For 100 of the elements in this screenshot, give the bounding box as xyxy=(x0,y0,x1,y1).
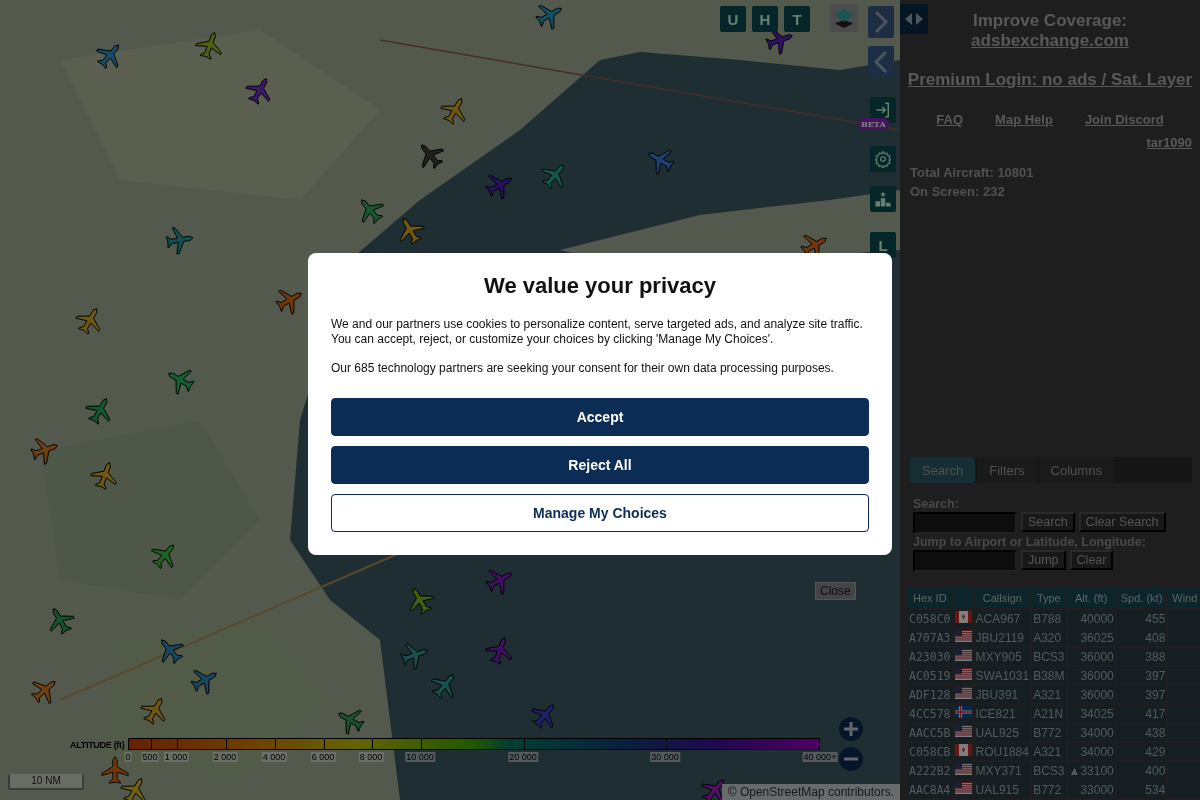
table-cell: 408 xyxy=(1116,629,1167,646)
table-cell: JBU2119 xyxy=(974,629,1031,646)
settings-icon xyxy=(874,150,892,168)
table-cell: 33000 xyxy=(1067,781,1115,798)
usa-flag-icon xyxy=(954,687,972,699)
chevron-left-icon xyxy=(873,50,889,74)
dialog-title: We value your privacy xyxy=(483,273,717,299)
jump-form-button[interactable]: Clear xyxy=(1069,550,1114,570)
search-field[interactable] xyxy=(913,512,1017,534)
map-mode-button[interactable]: U xyxy=(720,6,746,32)
altitude-legend-title: ALTITUDE (ft) xyxy=(70,740,125,750)
canada-flag-icon xyxy=(954,744,972,756)
login-button[interactable] xyxy=(870,97,896,123)
table-cell: ▲33100 xyxy=(1067,762,1115,779)
consent-button[interactable]: Accept xyxy=(331,398,869,436)
dialog-paragraph: Our 685 technology partners are seeking your consent for their own data processing purposes. xyxy=(331,361,835,376)
jump-field[interactable] xyxy=(913,550,1017,572)
table-cell: JBU391 xyxy=(974,686,1031,703)
consent-button[interactable]: Reject All xyxy=(331,446,869,484)
table-cell: 397 xyxy=(1116,667,1167,684)
table-cell: A21N xyxy=(1032,705,1066,722)
table-cell: 34000 xyxy=(1067,743,1115,760)
column-header[interactable]: Spd. (kt) xyxy=(1116,588,1167,608)
table-cell: 438 xyxy=(1116,724,1167,741)
consent-button[interactable]: Manage My Choices xyxy=(331,494,869,532)
sidebar-link[interactable]: FAQ xyxy=(936,112,964,127)
table-cell: C058C0 xyxy=(908,610,952,627)
column-header[interactable]: Wind xyxy=(1168,588,1200,608)
table-cell: 400 xyxy=(1116,762,1167,779)
table-cell: A23030 xyxy=(908,648,952,665)
canada-flag-icon xyxy=(954,611,972,623)
sidebar-link[interactable]: Join Discord xyxy=(1084,112,1164,127)
table-cell: SWA1031 xyxy=(974,667,1031,684)
table-cell: A321 xyxy=(1032,686,1066,703)
usa-flag-icon xyxy=(954,725,972,737)
login-icon xyxy=(874,101,892,119)
table-cell: A222B2 xyxy=(908,762,952,779)
map-mode-button[interactable]: T xyxy=(784,6,810,32)
table-cell: 36000 xyxy=(1067,686,1115,703)
table-cell: A707A3 xyxy=(908,629,952,646)
sidebar-tab[interactable]: Search xyxy=(910,457,976,483)
table-cell: AC0519 xyxy=(908,667,952,684)
column-header[interactable]: Callsign xyxy=(974,588,1031,608)
table-cell: AACC5B xyxy=(908,724,952,741)
map-mode-button[interactable]: H xyxy=(752,6,778,32)
table-cell: C058CB xyxy=(908,743,952,760)
coverage-label: Improve Coverage: xyxy=(973,11,1127,31)
podium-button[interactable] xyxy=(870,186,896,212)
sidebar-link[interactable]: Map Help xyxy=(995,112,1053,127)
chevron-right-icon xyxy=(873,10,889,34)
table-cell: A320 xyxy=(1032,629,1066,646)
dialog-paragraph: We and our partners use cookies to personalize content, serve targeted ads, and analyze site traffic. You can accept, reject, or customize your choices by clicking 'Manage My Choices'. xyxy=(331,317,864,347)
table-cell: MXY371 xyxy=(974,762,1031,779)
table-cell: 34025 xyxy=(1067,705,1115,722)
iceland-flag-icon xyxy=(954,706,972,718)
table-cell: 455 xyxy=(1116,610,1167,627)
column-header[interactable]: Alt. (ft) xyxy=(1067,588,1115,608)
table-cell: B772 xyxy=(1032,781,1066,798)
table-cell: AAC8A4 xyxy=(908,781,952,798)
table-cell: A321 xyxy=(1032,743,1066,760)
table-cell: ADF128 xyxy=(908,686,952,703)
next-button[interactable] xyxy=(868,6,894,38)
usa-flag-icon xyxy=(954,668,972,680)
usa-flag-icon xyxy=(954,763,972,775)
settings-button[interactable] xyxy=(870,146,896,172)
table-cell: 36025 xyxy=(1067,629,1115,646)
table-cell: ROU1884 xyxy=(974,743,1031,760)
premium-login-link[interactable]: Premium Login: no ads / Sat. Layer xyxy=(907,70,1193,90)
plus-icon xyxy=(843,721,859,737)
version-link[interactable]: tar1090 xyxy=(1146,135,1192,150)
podium-icon xyxy=(874,190,892,208)
table-cell: B772 xyxy=(1032,724,1066,741)
table-cell: B788 xyxy=(1032,610,1066,627)
layers-button[interactable] xyxy=(830,4,858,32)
previous-button[interactable] xyxy=(868,46,894,78)
map-attribution: © OpenStreetMap contributors. xyxy=(721,784,900,800)
usa-flag-icon xyxy=(954,649,972,661)
table-cell: ACA967 xyxy=(974,610,1031,627)
jump-form-button[interactable]: Jump xyxy=(1021,550,1066,570)
table-cell: BCS3 xyxy=(1032,648,1066,665)
search-form-button[interactable]: Clear Search xyxy=(1078,512,1166,532)
table-cell: ICE821 xyxy=(974,705,1031,722)
column-header[interactable]: Type xyxy=(1032,588,1066,608)
panel-toggle-button[interactable] xyxy=(900,4,928,34)
table-cell: 388 xyxy=(1116,648,1167,665)
table-cell: 34000 xyxy=(1067,724,1115,741)
table-cell: 534 xyxy=(1116,781,1167,798)
table-cell: 429 xyxy=(1116,743,1167,760)
table-cell: BCS3 xyxy=(1032,762,1066,779)
coverage-link[interactable]: adsbexchange.com xyxy=(971,31,1129,51)
table-cell: 40000 xyxy=(1067,610,1115,627)
table-cell: 397 xyxy=(1116,686,1167,703)
table-cell: B38M xyxy=(1032,667,1066,684)
table-cell: MXY905 xyxy=(974,648,1031,665)
column-header[interactable]: Hex ID xyxy=(908,588,952,608)
layers-icon xyxy=(833,7,855,29)
beta-badge: BETA xyxy=(858,118,889,130)
usa-flag-icon xyxy=(954,782,972,794)
table-cell: 4CC578 xyxy=(908,705,952,722)
search-form-button[interactable]: Search xyxy=(1021,512,1075,532)
